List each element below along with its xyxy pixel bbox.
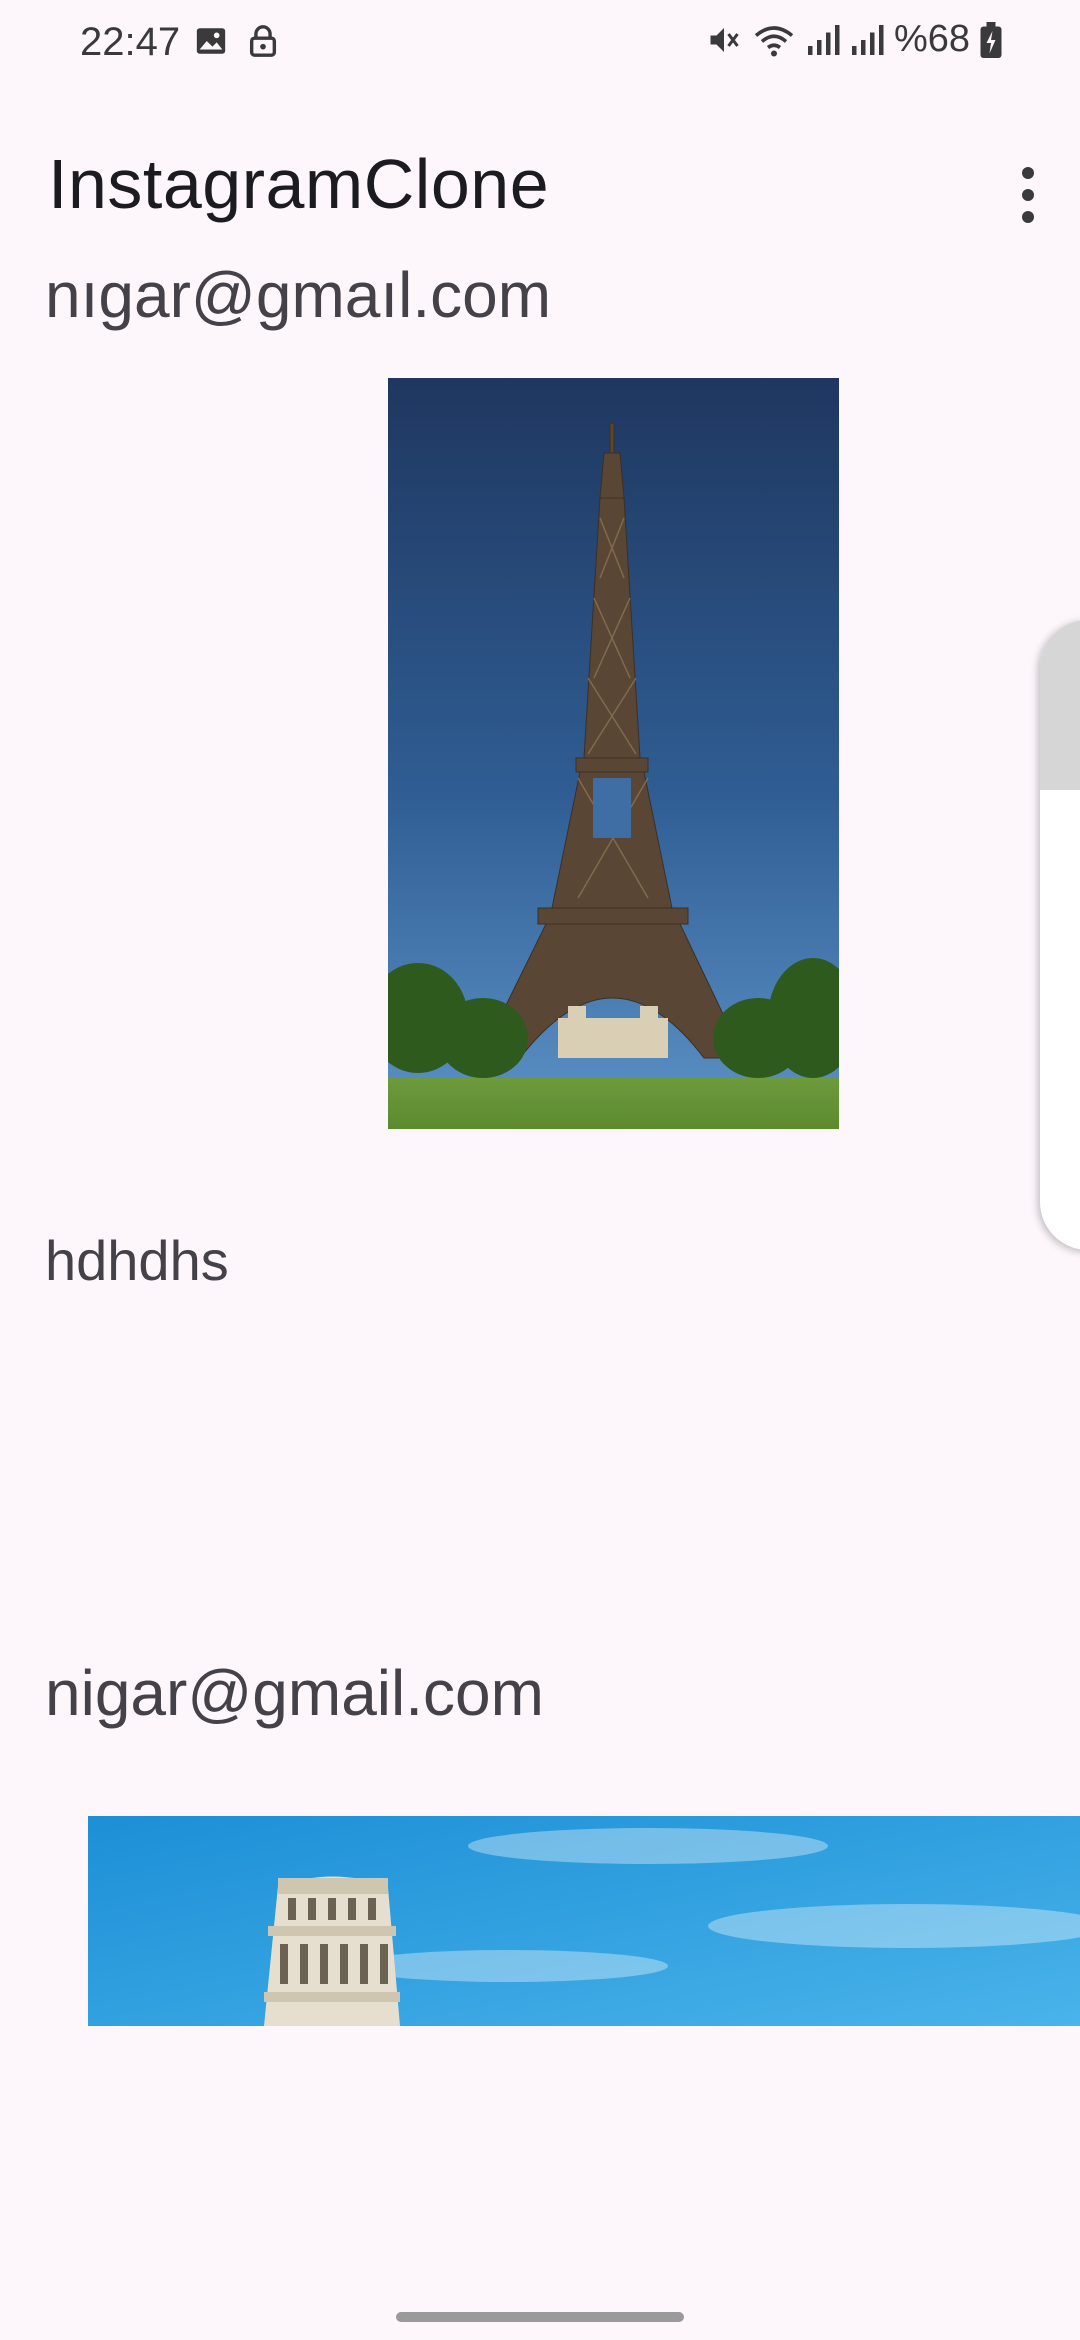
app-screen: 22:47 %68 InstagramClone nıgar@gmaıl.com… [0, 0, 1080, 2340]
post-caption: hdhdhs [45, 1229, 229, 1292]
gesture-nav-handle[interactable] [396, 2312, 684, 2322]
lock-icon [249, 25, 277, 57]
post-image[interactable] [388, 378, 839, 1129]
status-bar: 22:47 %68 [0, 0, 1080, 84]
signal-icon [807, 24, 840, 55]
battery-charging-icon [980, 21, 1002, 58]
post-user-email: nigar@gmail.com [45, 1657, 544, 1729]
edge-panel-handle[interactable] [1040, 620, 1080, 1250]
status-notification-icons [194, 24, 278, 58]
battery-percent: %68 [893, 18, 970, 60]
menu-dot [1022, 189, 1034, 201]
gallery-icon [196, 28, 226, 54]
status-system-icons: %68 [706, 18, 1002, 61]
status-time: 22:47 [80, 20, 181, 64]
top-app-bar: InstagramClone [0, 120, 1080, 250]
app-title: InstagramClone [48, 145, 550, 223]
wifi-icon [754, 25, 794, 56]
post-user-email: nıgar@gmaıl.com [45, 259, 552, 331]
more-vert-icon[interactable] [998, 150, 1058, 240]
mute-icon [710, 27, 739, 52]
edge-panel-header [1040, 620, 1080, 790]
menu-dot [1022, 211, 1034, 223]
menu-dot [1022, 167, 1034, 179]
post-image[interactable] [88, 1816, 1080, 2026]
signal-icon [851, 24, 884, 55]
